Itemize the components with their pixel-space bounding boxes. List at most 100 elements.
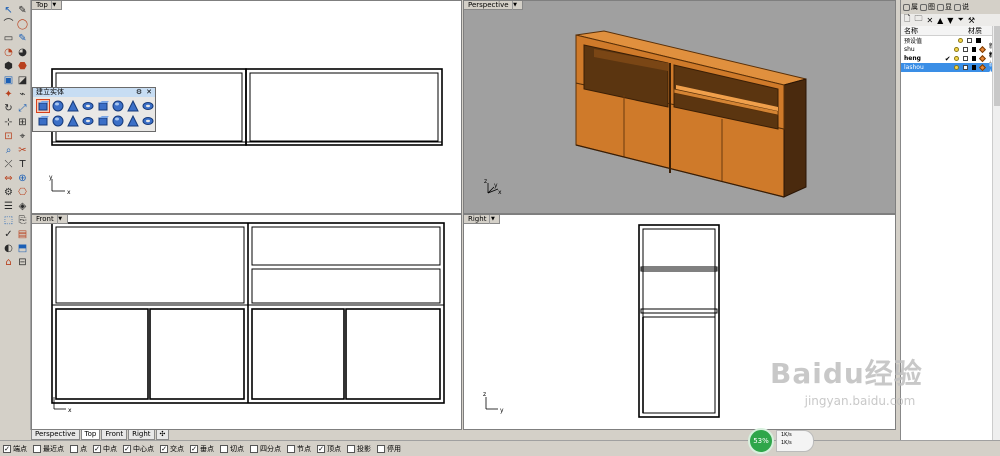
layer-color-swatch[interactable] bbox=[971, 47, 977, 52]
osnap-toggle[interactable]: 停用 bbox=[377, 444, 401, 454]
home-icon[interactable]: ⌂ bbox=[2, 256, 15, 269]
table-icon[interactable]: ▤ bbox=[16, 228, 29, 241]
solid-sphere-icon[interactable] bbox=[67, 99, 79, 112]
tab-perspective[interactable]: Perspective bbox=[31, 430, 80, 440]
lock-icon[interactable] bbox=[962, 47, 968, 52]
viewport-menu-arrow-icon[interactable]: ▼ bbox=[50, 1, 57, 10]
layers-icon[interactable]: ☰ bbox=[2, 200, 15, 213]
text-icon[interactable]: T bbox=[16, 158, 29, 171]
panel-tab[interactable]: 说 bbox=[954, 2, 969, 12]
boolean-icon[interactable]: ✦ bbox=[2, 88, 15, 101]
osnap-checkbox[interactable] bbox=[377, 444, 385, 453]
layer-color-swatch[interactable] bbox=[971, 56, 977, 61]
mirror-icon[interactable]: ⇔ bbox=[2, 172, 15, 185]
osnap-toggle[interactable]: ✓ 顶点 bbox=[317, 444, 341, 454]
lock-icon[interactable] bbox=[967, 38, 972, 43]
osnap-checkbox[interactable] bbox=[70, 444, 78, 453]
osnap-checkbox[interactable] bbox=[287, 444, 295, 453]
delete-layer-icon[interactable]: ✕ bbox=[926, 16, 933, 25]
tools-icon[interactable]: ⚒ bbox=[968, 16, 975, 25]
arc-icon[interactable]: ⌒ bbox=[2, 18, 15, 31]
solid-torus-icon[interactable] bbox=[82, 115, 94, 127]
visibility-bulb-icon[interactable] bbox=[953, 56, 959, 61]
solid-tube-icon[interactable] bbox=[67, 114, 79, 127]
column-material-header[interactable]: 材质 bbox=[968, 26, 982, 35]
osnap-checkbox[interactable]: ✓ bbox=[3, 444, 11, 453]
osnap-toggle[interactable]: 点 bbox=[70, 444, 87, 454]
solid-truncated-cone-icon[interactable] bbox=[127, 99, 139, 112]
box-icon[interactable]: ⬢ bbox=[2, 60, 15, 73]
render-icon[interactable]: ◈ bbox=[16, 200, 29, 213]
viewport-title-perspective[interactable]: Perspective ▼ bbox=[464, 1, 523, 10]
copy-icon[interactable]: ⎘ bbox=[16, 214, 29, 227]
layer-color-swatch[interactable] bbox=[971, 65, 977, 70]
viewport-menu-arrow-icon[interactable]: ▼ bbox=[511, 1, 518, 10]
visibility-bulb-icon[interactable] bbox=[953, 47, 959, 52]
visibility-bulb-icon[interactable] bbox=[958, 38, 963, 43]
ellipse-icon[interactable]: ◔ bbox=[2, 46, 15, 59]
solid-cylinder-icon[interactable] bbox=[52, 115, 64, 127]
check-icon[interactable]: ✓ bbox=[2, 228, 15, 241]
material-icon[interactable] bbox=[979, 46, 986, 53]
solid-more-icon[interactable] bbox=[142, 115, 154, 127]
osnap-checkbox[interactable]: ✓ bbox=[317, 444, 325, 453]
new-sublayer-icon[interactable]: 🗀 bbox=[914, 13, 922, 27]
osnap-checkbox[interactable]: ✓ bbox=[123, 444, 131, 453]
material-icon[interactable] bbox=[979, 64, 986, 71]
flyout-options-icon[interactable]: ⚙ bbox=[136, 88, 142, 97]
panel-tab[interactable]: 显 bbox=[937, 2, 952, 12]
polyline-icon[interactable]: ✎ bbox=[16, 32, 29, 45]
layer-row[interactable]: 预设值 bbox=[901, 36, 1000, 45]
osnap-checkbox[interactable]: ✓ bbox=[160, 444, 168, 453]
solid-paraboloid-icon[interactable] bbox=[97, 100, 109, 112]
tab-right[interactable]: Right bbox=[128, 430, 155, 440]
cpu-monitor-widget[interactable]: 53% 1K/s 1K/s bbox=[748, 428, 814, 454]
osnap-toggle[interactable]: 最近点 bbox=[33, 444, 64, 454]
solid-revolve-icon[interactable] bbox=[127, 114, 139, 127]
column-name-header[interactable]: 名称 bbox=[904, 26, 968, 35]
osnap-checkbox[interactable] bbox=[250, 444, 258, 453]
options-icon[interactable]: ⚙ bbox=[2, 186, 15, 199]
viewport-front[interactable]: x Front ▼ bbox=[31, 214, 462, 430]
surface-icon[interactable]: ▣ bbox=[2, 74, 15, 87]
mesh-icon[interactable]: ⎔ bbox=[16, 186, 29, 199]
osnap-toggle[interactable]: ✓ 端点 bbox=[3, 444, 27, 454]
trim-icon[interactable]: ✂ bbox=[16, 144, 29, 157]
material-icon[interactable]: ⬒ bbox=[16, 242, 29, 255]
fillet-icon[interactable]: ⌁ bbox=[16, 88, 29, 101]
group-icon[interactable]: ⊡ bbox=[2, 130, 15, 143]
osnap-checkbox[interactable] bbox=[347, 444, 355, 453]
solid-cone-tip-icon[interactable] bbox=[37, 115, 49, 127]
solid-tools-flyout[interactable]: 建立实体 ⚙ ✕ bbox=[32, 87, 156, 132]
filter-icon[interactable]: ⏷ bbox=[957, 15, 963, 25]
viewport-title-front[interactable]: Front ▼ bbox=[32, 215, 68, 224]
osnap-toggle[interactable]: 节点 bbox=[287, 444, 311, 454]
arc2-icon[interactable]: ◕ bbox=[16, 46, 29, 59]
osnap-toggle[interactable]: 四分点 bbox=[250, 444, 281, 454]
solid-extrude-icon[interactable] bbox=[112, 115, 124, 127]
material-icon[interactable] bbox=[979, 55, 986, 62]
solid-box-icon[interactable] bbox=[36, 99, 50, 113]
move-up-icon[interactable]: ▲ bbox=[937, 16, 943, 25]
circle-icon[interactable]: ◯ bbox=[16, 18, 29, 31]
osnap-checkbox[interactable]: ✓ bbox=[93, 444, 101, 453]
rectangle-icon[interactable]: ▭ bbox=[2, 32, 15, 45]
flyout-close-icon[interactable]: ✕ bbox=[146, 88, 152, 97]
new-layer-icon[interactable]: 🗋 bbox=[904, 13, 910, 27]
zoom-icon[interactable]: ⌕ bbox=[2, 144, 15, 157]
solid-pyramid-icon[interactable] bbox=[142, 100, 154, 112]
osnap-checkbox[interactable] bbox=[33, 444, 41, 453]
solid-box-red-icon[interactable] bbox=[52, 100, 64, 112]
viewport-title-right[interactable]: Right ▼ bbox=[464, 215, 501, 224]
current-layer-check-icon[interactable]: ✔ bbox=[945, 55, 954, 63]
tab-front[interactable]: Front bbox=[101, 430, 128, 440]
osnap-toggle[interactable]: 切点 bbox=[220, 444, 244, 454]
viewport-right[interactable]: z y Right ▼ bbox=[463, 214, 896, 430]
select-icon[interactable]: ↖ bbox=[2, 4, 15, 17]
lock-icon[interactable] bbox=[962, 56, 968, 61]
panel-tab[interactable]: 图 bbox=[920, 2, 935, 12]
grid-icon[interactable]: ⊞ bbox=[16, 116, 29, 129]
lock-icon[interactable] bbox=[962, 65, 968, 70]
hide-icon[interactable]: ⊟ bbox=[16, 256, 29, 269]
split-icon[interactable]: ⤫ bbox=[2, 158, 15, 171]
